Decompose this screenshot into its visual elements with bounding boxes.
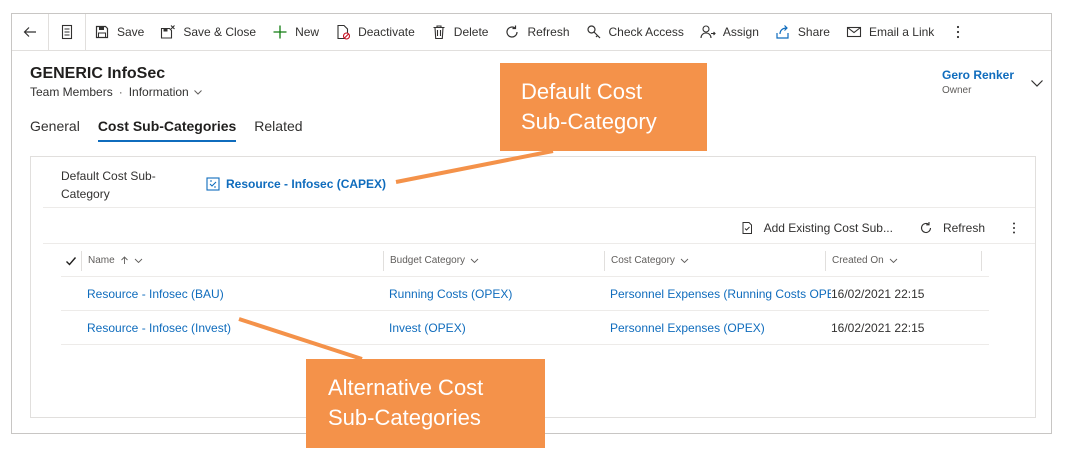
default-cost-sub-category-label: Default Cost Sub-Category (61, 169, 156, 201)
chevron-down-icon (889, 258, 898, 264)
tab-related[interactable]: Related (254, 118, 302, 142)
refresh-icon (506, 25, 519, 38)
row-cost-category-link[interactable]: Personnel Expenses (Running Costs OPEX) (610, 287, 831, 301)
share-icon (776, 25, 789, 39)
save-button[interactable]: Save (86, 14, 152, 50)
select-all-checkbox[interactable] (61, 255, 81, 267)
save-label: Save (117, 25, 145, 39)
new-button[interactable]: New (264, 14, 327, 50)
email-link-button[interactable]: Email a Link (838, 14, 942, 50)
column-header-budget-category[interactable]: Budget Category (383, 250, 604, 271)
default-cost-sub-category-value[interactable]: Resource - Infosec (CAPEX) (226, 177, 386, 191)
add-existing-icon (742, 222, 752, 234)
subgrid-divider (43, 243, 1035, 244)
email-link-label: Email a Link (868, 25, 935, 39)
add-existing-label: Add Existing Cost Sub... (763, 221, 893, 235)
more-vertical-icon (957, 25, 960, 39)
default-cost-sub-category-callout: Default Cost Sub-Category (500, 63, 707, 151)
record-title: GENERIC InfoSec (30, 65, 166, 82)
more-commands-button[interactable] (942, 14, 981, 50)
chevron-down-icon (134, 258, 143, 264)
row-budget-category-link[interactable]: Running Costs (OPEX) (389, 287, 610, 301)
new-label: New (295, 25, 320, 39)
owner-link[interactable]: Gero Renker (942, 68, 1014, 82)
callout-line: Default Cost (521, 79, 643, 104)
email-link-icon (846, 26, 861, 38)
assign-button[interactable]: Assign (692, 14, 767, 50)
refresh-icon (920, 222, 932, 234)
form-view-icon (61, 24, 73, 40)
subgrid-command-bar: Add Existing Cost Sub... Refresh (31, 213, 1035, 243)
plus-icon (273, 25, 287, 39)
subgrid-refresh-button[interactable]: Refresh (919, 221, 985, 235)
save-icon (95, 25, 109, 39)
assign-label: Assign (722, 25, 759, 39)
chevron-down-icon (680, 258, 689, 264)
callout-line: Sub-Category (521, 109, 657, 134)
record-subtitle: Team Members · Information (30, 85, 203, 99)
subtitle-separator: · (118, 85, 123, 99)
subgrid-refresh-label: Refresh (942, 221, 985, 235)
assign-icon (700, 25, 716, 39)
back-button[interactable] (12, 14, 48, 50)
column-header-cost-category[interactable]: Cost Category (604, 250, 825, 271)
check-access-label: Check Access (608, 25, 684, 39)
refresh-button[interactable]: Refresh (496, 14, 577, 50)
tab-general[interactable]: General (30, 118, 80, 142)
callout-line: Alternative Cost (328, 375, 484, 400)
form-view-button[interactable] (49, 14, 85, 50)
share-button[interactable]: Share (767, 14, 838, 50)
sort-ascending-icon (120, 256, 128, 264)
delete-label: Delete (453, 25, 489, 39)
form-selector[interactable]: Information (129, 85, 189, 99)
column-header-name[interactable]: Name (81, 250, 383, 271)
check-access-button[interactable]: Check Access (578, 14, 692, 50)
row-cost-category-link[interactable]: Personnel Expenses (OPEX) (610, 321, 831, 335)
column-name-label: Name (88, 255, 115, 266)
checkmark-icon (66, 256, 77, 266)
row-budget-category-link[interactable]: Invest (OPEX) (389, 321, 610, 335)
lookup-record-icon (206, 177, 220, 191)
save-close-icon (161, 25, 176, 39)
row-name-link[interactable]: Resource - Infosec (BAU) (87, 287, 389, 301)
tab-cost-sub-categories[interactable]: Cost Sub-Categories (97, 118, 237, 142)
deactivate-button[interactable]: Deactivate (327, 14, 423, 50)
chevron-down-icon (470, 258, 479, 264)
entity-name: Team Members (30, 85, 113, 99)
deactivate-label: Deactivate (358, 25, 415, 39)
back-arrow-icon (23, 27, 36, 37)
table-row[interactable]: Resource - Infosec (Invest) Invest (OPEX… (61, 311, 989, 345)
column-cost-category-label: Cost Category (611, 255, 675, 266)
save-close-button[interactable]: Save & Close (152, 14, 264, 50)
refresh-label: Refresh (527, 25, 570, 39)
callout-line: Sub-Categories (328, 405, 481, 430)
share-label: Share (797, 25, 830, 39)
column-header-created-on[interactable]: Created On (825, 250, 982, 271)
default-cost-sub-category-lookup[interactable]: Resource - Infosec (CAPEX) (206, 177, 386, 191)
deactivate-icon (337, 24, 351, 40)
form-tabs: General Cost Sub-Categories Related (30, 118, 321, 142)
add-existing-button[interactable]: Add Existing Cost Sub... (740, 221, 893, 235)
trash-icon (433, 25, 445, 40)
grid-header: Name Budget Category Cost Category Creat… (61, 245, 989, 277)
more-vertical-icon[interactable] (1007, 221, 1021, 235)
chevron-down-icon[interactable] (193, 87, 203, 97)
check-access-icon (586, 25, 600, 39)
alternative-cost-sub-categories-callout: Alternative Cost Sub-Categories (306, 359, 545, 448)
row-name-link[interactable]: Resource - Infosec (Invest) (87, 321, 389, 335)
header-expand-chevron-icon[interactable] (1030, 76, 1044, 90)
field-divider (43, 207, 1035, 208)
row-created-on: 16/02/2021 22:15 (831, 286, 925, 301)
delete-button[interactable]: Delete (423, 14, 497, 50)
row-created-on: 16/02/2021 22:15 (831, 320, 925, 335)
command-bar: Save Save & Close New Deactivate Delete … (12, 14, 1051, 51)
table-row[interactable]: Resource - Infosec (BAU) Running Costs (… (61, 277, 989, 311)
column-budget-category-label: Budget Category (390, 255, 466, 266)
owner-label: Owner (942, 85, 972, 96)
column-created-on-label: Created On (832, 255, 884, 266)
save-close-label: Save & Close (183, 25, 257, 39)
